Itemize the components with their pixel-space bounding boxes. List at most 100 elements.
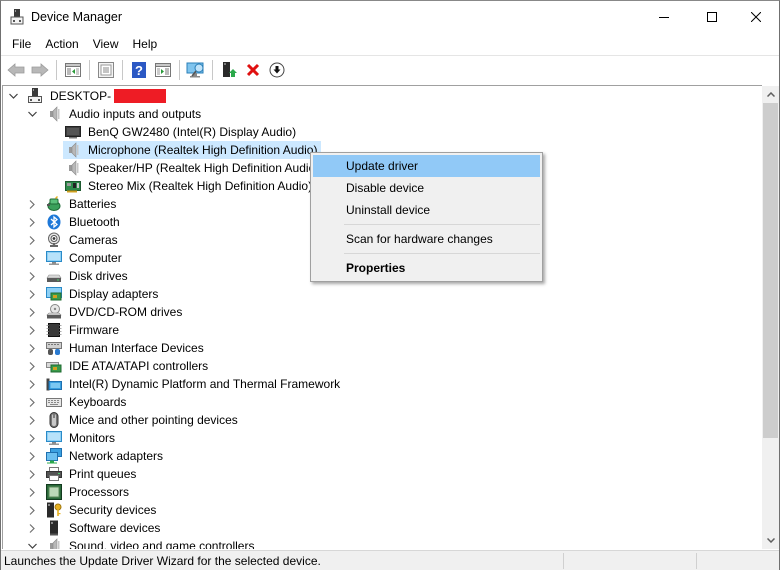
tree-item-content[interactable]: Stereo Mix (Realtek High Definition Audi… [63, 177, 316, 195]
disable-device-button[interactable] [266, 59, 288, 81]
tree-item-content[interactable]: Intel(R) Dynamic Platform and Thermal Fr… [44, 375, 344, 393]
tree-item-content[interactable]: Print queues [44, 465, 140, 483]
tree-category[interactable]: Security devices [26, 501, 160, 519]
tree-item-content[interactable]: Software devices [44, 519, 164, 537]
help-button[interactable]: ? [128, 59, 150, 81]
tree-category[interactable]: Display adapters [26, 285, 162, 303]
collapse-toggle[interactable] [7, 87, 19, 105]
tree-device[interactable]: BenQ GW2480 (Intel(R) Display Audio) [63, 123, 300, 141]
tree-category[interactable]: Network adapters [26, 447, 167, 465]
console-tree-button[interactable] [62, 59, 84, 81]
tree-item-content[interactable]: Security devices [44, 501, 160, 519]
tree-category[interactable]: Human Interface Devices [26, 339, 208, 357]
expand-toggle[interactable] [26, 213, 38, 231]
action-pane-button[interactable] [152, 59, 174, 81]
collapse-toggle[interactable] [26, 105, 38, 123]
tree-item-content[interactable]: Processors [44, 483, 133, 501]
expand-toggle[interactable] [26, 357, 38, 375]
tree-item-content[interactable]: Display adapters [44, 285, 162, 303]
expand-toggle[interactable] [26, 429, 38, 447]
tree-device[interactable]: Stereo Mix (Realtek High Definition Audi… [63, 177, 316, 195]
collapse-toggle[interactable] [26, 537, 38, 549]
uninstall-device-button[interactable] [242, 59, 264, 81]
tree-category[interactable]: Cameras [26, 231, 122, 249]
tree-item-content[interactable]: Audio inputs and outputs [44, 105, 205, 123]
tree-item-content[interactable]: Monitors [44, 429, 119, 447]
tree-item-content[interactable]: Batteries [44, 195, 120, 213]
tree-device[interactable]: Speaker/HP (Realtek High Definition Audi… [63, 159, 323, 177]
tree-item-content[interactable]: DVD/CD-ROM drives [44, 303, 186, 321]
minimize-button[interactable] [641, 1, 687, 33]
tree-item-content[interactable]: Keyboards [44, 393, 130, 411]
tree-category[interactable]: Bluetooth [26, 213, 124, 231]
expand-toggle[interactable] [26, 483, 38, 501]
expand-toggle[interactable] [26, 285, 38, 303]
tree-item-content[interactable]: Speaker/HP (Realtek High Definition Audi… [63, 159, 323, 177]
tree-item-content[interactable]: Microphone (Realtek High Definition Audi… [63, 141, 322, 159]
context-menu-uninstall-device[interactable]: Uninstall device [313, 199, 540, 221]
context-menu-update-driver[interactable]: Update driver [313, 155, 540, 177]
expand-toggle[interactable] [26, 339, 38, 357]
tree-category[interactable]: Computer [26, 249, 126, 267]
tree-item-content[interactable]: DESKTOP- [25, 87, 168, 105]
expand-toggle[interactable] [26, 303, 38, 321]
expand-toggle[interactable] [26, 501, 38, 519]
tree-category[interactable]: Print queues [26, 465, 140, 483]
tree-item-content[interactable]: BenQ GW2480 (Intel(R) Display Audio) [63, 123, 300, 141]
context-menu-disable-device[interactable]: Disable device [313, 177, 540, 199]
expand-toggle[interactable] [26, 249, 38, 267]
tree-category[interactable]: Disk drives [26, 267, 132, 285]
tree-category[interactable]: Mice and other pointing devices [26, 411, 242, 429]
tree-category[interactable]: Intel(R) Dynamic Platform and Thermal Fr… [26, 375, 344, 393]
tree-category[interactable]: Software devices [26, 519, 164, 537]
title-bar[interactable]: Device Manager [1, 1, 779, 33]
tree-category[interactable]: Batteries [26, 195, 120, 213]
expand-toggle[interactable] [26, 231, 38, 249]
tree-item-content[interactable]: Sound, video and game controllers [44, 537, 258, 549]
tree-category[interactable]: Firmware [26, 321, 123, 339]
tree-item-content[interactable]: Mice and other pointing devices [44, 411, 242, 429]
expand-toggle[interactable] [26, 393, 38, 411]
expand-toggle[interactable] [26, 195, 38, 213]
vertical-scrollbar[interactable] [762, 86, 779, 549]
tree-item-content[interactable]: Cameras [44, 231, 122, 249]
context-menu-scan-for-hardware-changes[interactable]: Scan for hardware changes [313, 228, 540, 250]
tree-item-content[interactable]: Network adapters [44, 447, 167, 465]
tree-category[interactable]: Processors [26, 483, 133, 501]
expand-toggle[interactable] [26, 375, 38, 393]
back-button[interactable] [5, 59, 27, 81]
expand-toggle[interactable] [26, 519, 38, 537]
forward-button[interactable] [29, 59, 51, 81]
scan-hardware-button[interactable] [185, 59, 207, 81]
properties-button[interactable] [95, 59, 117, 81]
tree-item-content[interactable]: Bluetooth [44, 213, 124, 231]
update-driver-button[interactable] [218, 59, 240, 81]
tree-category[interactable]: IDE ATA/ATAPI controllers [26, 357, 212, 375]
menu-file[interactable]: File [1, 34, 31, 54]
context-menu-properties[interactable]: Properties [313, 257, 540, 279]
expand-toggle[interactable] [26, 267, 38, 285]
maximize-button[interactable] [689, 1, 735, 33]
scrollbar-thumb[interactable] [763, 103, 778, 438]
tree-category[interactable]: Audio inputs and outputs [26, 105, 205, 123]
menu-help[interactable]: Help [123, 34, 158, 54]
tree-category[interactable]: Monitors [26, 429, 119, 447]
menu-view[interactable]: View [83, 34, 119, 54]
tree-item-content[interactable]: Human Interface Devices [44, 339, 208, 357]
tree-category[interactable]: Sound, video and game controllers [26, 537, 258, 549]
tree-item-content[interactable]: IDE ATA/ATAPI controllers [44, 357, 212, 375]
scroll-down-button[interactable] [762, 532, 779, 549]
expand-toggle[interactable] [26, 447, 38, 465]
tree-item-content[interactable]: Disk drives [44, 267, 132, 285]
expand-toggle[interactable] [26, 465, 38, 483]
expand-toggle[interactable] [26, 321, 38, 339]
tree-category[interactable]: DVD/CD-ROM drives [26, 303, 186, 321]
tree-category[interactable]: Keyboards [26, 393, 130, 411]
expand-toggle[interactable] [26, 411, 38, 429]
tree-root-computer[interactable]: DESKTOP- [7, 87, 168, 105]
tree-device[interactable]: Microphone (Realtek High Definition Audi… [63, 141, 322, 159]
tree-item-content[interactable]: Computer [44, 249, 126, 267]
menu-action[interactable]: Action [35, 34, 78, 54]
tree-item-content[interactable]: Firmware [44, 321, 123, 339]
close-button[interactable] [733, 1, 779, 33]
